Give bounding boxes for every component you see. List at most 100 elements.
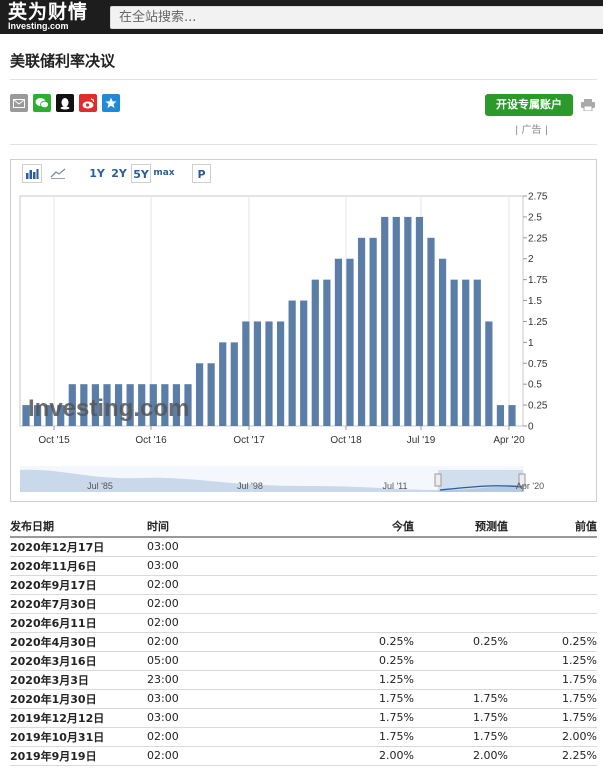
table-row: 2019年10月31日 02:00 1.75% 1.75% 2.00%	[10, 727, 597, 747]
cell-previous: 1.25%	[508, 651, 597, 671]
cell-time: 02:00	[147, 632, 297, 652]
table-row: 2020年7月30日 02:00	[10, 594, 597, 614]
chart-panel	[10, 159, 597, 502]
cell-actual	[297, 537, 414, 557]
weibo-icon[interactable]	[79, 94, 97, 112]
cell-time: 02:00	[147, 727, 297, 747]
cell-actual: 1.25%	[297, 670, 414, 690]
cell-time: 03:00	[147, 708, 297, 728]
table-row: 2019年9月19日 02:00 2.00% 2.00% 2.25%	[10, 746, 597, 766]
table-row: 2020年12月17日 03:00	[10, 537, 597, 557]
cell-time: 05:00	[147, 651, 297, 671]
site-logo[interactable]: 英为财情 Investing.com	[8, 2, 106, 32]
cell-actual: 1.75%	[297, 689, 414, 709]
cell-actual: 2.00%	[297, 746, 414, 766]
cell-previous: 2.00%	[508, 727, 597, 747]
cell-date: 2020年3月3日	[10, 670, 147, 690]
qq-icon[interactable]	[56, 94, 74, 112]
cell-forecast	[414, 537, 508, 557]
logo-english: Investing.com	[8, 21, 69, 31]
cell-actual	[297, 613, 414, 633]
cell-time: 02:00	[147, 594, 297, 614]
cell-actual: 1.75%	[297, 708, 414, 728]
cell-forecast: 0.25%	[414, 632, 508, 652]
cell-time: 23:00	[147, 670, 297, 690]
cell-forecast	[414, 613, 508, 633]
range-max-button[interactable]: max	[153, 164, 175, 183]
table-row: 2020年1月30日 03:00 1.75% 1.75% 1.75%	[10, 689, 597, 709]
print-icon[interactable]	[581, 96, 595, 112]
cell-actual: 0.25%	[297, 632, 414, 652]
table-row: 2020年9月17日 02:00	[10, 575, 597, 595]
cell-forecast	[414, 651, 508, 671]
cell-previous	[508, 556, 597, 576]
header-actual[interactable]: 今值	[297, 516, 414, 538]
cell-date: 2020年12月17日	[10, 537, 147, 557]
top-bar: 英为财情 Investing.com 在全站搜索...	[0, 0, 603, 34]
line-chart-icon[interactable]	[48, 164, 68, 183]
cell-forecast	[414, 575, 508, 595]
cell-actual: 0.25%	[297, 651, 414, 671]
header-date[interactable]: 发布日期	[10, 516, 147, 538]
table-row: 2019年12月12日 03:00 1.75% 1.75% 1.75%	[10, 708, 597, 728]
mail-icon[interactable]	[10, 94, 28, 112]
range-2y-button[interactable]: 2Y	[109, 164, 129, 183]
cell-date: 2020年4月30日	[10, 632, 147, 652]
header-forecast[interactable]: 预测值	[414, 516, 508, 538]
cell-date: 2020年7月30日	[10, 594, 147, 614]
divider	[10, 79, 597, 80]
cell-time: 02:00	[147, 575, 297, 595]
cell-time: 03:00	[147, 689, 297, 709]
cell-previous: 1.75%	[508, 689, 597, 709]
cell-time: 03:00	[147, 556, 297, 576]
p-button[interactable]: P	[192, 164, 211, 183]
cell-date: 2019年10月31日	[10, 727, 147, 747]
table-row: 2020年3月3日 23:00 1.25% 1.75%	[10, 670, 597, 690]
wechat-icon[interactable]	[33, 94, 51, 112]
table-row: 2020年4月30日 02:00 0.25% 0.25% 0.25%	[10, 632, 597, 652]
cell-previous	[508, 613, 597, 633]
table-row: 2020年11月6日 03:00	[10, 556, 597, 576]
cell-forecast	[414, 556, 508, 576]
page-title: 美联储利率决议	[10, 52, 116, 70]
cell-actual: 1.75%	[297, 727, 414, 747]
cell-forecast: 2.00%	[414, 746, 508, 766]
table-header-row: 发布日期 时间 今值 预测值 前值	[10, 516, 597, 538]
cell-time: 02:00	[147, 613, 297, 633]
cell-actual	[297, 575, 414, 595]
table-row: 2020年6月11日 02:00	[10, 613, 597, 633]
qzone-icon[interactable]	[102, 94, 120, 112]
cell-time: 02:00	[147, 746, 297, 766]
cell-actual	[297, 556, 414, 576]
events-table: 发布日期 时间 今值 预测值 前值 2020年12月17日 03:00 2020年1…	[10, 516, 597, 766]
header-time[interactable]: 时间	[147, 516, 297, 538]
search-input[interactable]: 在全站搜索...	[110, 6, 603, 29]
cell-actual	[297, 594, 414, 614]
cell-date: 2020年3月16日	[10, 651, 147, 671]
cell-previous	[508, 594, 597, 614]
cell-previous: 0.25%	[508, 632, 597, 652]
cell-forecast: 1.75%	[414, 708, 508, 728]
logo-chinese: 英为财情	[8, 1, 89, 23]
cell-date: 2020年1月30日	[10, 689, 147, 709]
table-row: 2020年3月16日 05:00 0.25% 1.25%	[10, 651, 597, 671]
cell-previous: 1.75%	[508, 670, 597, 690]
cell-forecast	[414, 594, 508, 614]
cell-previous	[508, 575, 597, 595]
divider	[10, 144, 597, 145]
cell-date: 2019年12月12日	[10, 708, 147, 728]
cell-forecast: 1.75%	[414, 727, 508, 747]
open-account-button[interactable]: 开设专属账户	[485, 94, 573, 116]
cell-previous	[508, 537, 597, 557]
cell-previous: 1.75%	[508, 708, 597, 728]
cell-date: 2020年9月17日	[10, 575, 147, 595]
cell-time: 03:00	[147, 537, 297, 557]
cell-forecast	[414, 670, 508, 690]
bar-chart-icon[interactable]	[22, 164, 42, 183]
header-previous[interactable]: 前值	[508, 516, 597, 538]
ad-label: | 广告 |	[515, 125, 549, 136]
range-5y-button[interactable]: 5Y	[131, 164, 151, 183]
range-1y-button[interactable]: 1Y	[87, 164, 107, 183]
cell-date: 2020年6月11日	[10, 613, 147, 633]
cell-forecast: 1.75%	[414, 689, 508, 709]
